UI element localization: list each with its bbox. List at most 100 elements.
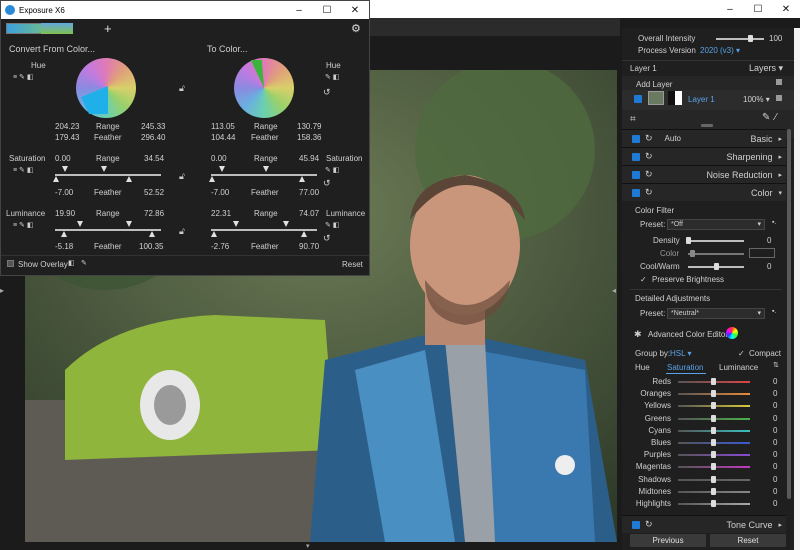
detailed-preset-select[interactable]: *Neutral* ▾ bbox=[667, 308, 765, 319]
color-swatch[interactable] bbox=[749, 248, 775, 258]
color-filter-color-knob[interactable] bbox=[690, 250, 695, 257]
adjustments-scroll[interactable]: ↻ Auto Basic ▸ ↻ Sharpening ▸ ↻ Noise Re… bbox=[622, 129, 794, 550]
show-overlay-checkbox[interactable] bbox=[7, 260, 14, 267]
to-hue-wheel[interactable] bbox=[234, 58, 294, 118]
reset-cycle-icon[interactable]: ↻ bbox=[645, 151, 653, 162]
to-sat-handle-4[interactable] bbox=[299, 176, 305, 182]
detailed-preset-options-icon[interactable]: ▪. bbox=[772, 308, 776, 315]
lum-eyedropper-icon[interactable]: ✎ ◧ bbox=[325, 221, 339, 229]
density-knob[interactable] bbox=[686, 237, 691, 244]
sat-lock-icon[interactable]: 🔓︎ bbox=[179, 171, 185, 182]
panel-drag-handle[interactable] bbox=[701, 124, 713, 127]
tab-luminance[interactable]: Luminance bbox=[719, 363, 758, 372]
from-sat-slider[interactable] bbox=[55, 174, 161, 176]
reset-lum-icon[interactable]: ↺ bbox=[323, 233, 331, 244]
to-sat-handle-2[interactable] bbox=[219, 166, 225, 172]
float-reset-button[interactable]: Reset bbox=[342, 260, 363, 269]
preset-options-icon[interactable]: ▪. bbox=[772, 219, 776, 226]
hsl-row-knob[interactable] bbox=[711, 463, 716, 471]
preset-strip-2[interactable] bbox=[41, 23, 73, 34]
bottom-panel-toggle[interactable]: ▾ bbox=[306, 542, 316, 550]
from-lum-handle-4[interactable] bbox=[149, 231, 155, 237]
lum-tools-icon[interactable]: ≡ ✎ ◧ bbox=[13, 221, 33, 229]
overall-intensity-knob[interactable] bbox=[748, 35, 753, 42]
from-sat-handle-3[interactable] bbox=[101, 166, 107, 172]
color-filter-preset-select[interactable]: *Off ▾ bbox=[667, 219, 765, 230]
hsl-row-highlights[interactable]: Highlights 0 bbox=[622, 498, 786, 510]
reset-sat-icon[interactable]: ↺ bbox=[323, 178, 331, 189]
overlay-color-icon[interactable]: ◧ bbox=[68, 259, 75, 267]
reset-cycle-icon[interactable]: ↻ bbox=[645, 133, 653, 144]
tone-curve-toggle[interactable] bbox=[632, 520, 640, 529]
eyedropper-icon[interactable]: ✎ ◧ bbox=[325, 73, 339, 81]
eyedropper-icon[interactable]: ⁄ bbox=[775, 112, 777, 123]
float-close-button[interactable]: ✕ bbox=[341, 1, 369, 19]
hsl-row-knob[interactable] bbox=[711, 390, 716, 398]
reorder-icon[interactable]: ⇅ bbox=[773, 361, 779, 369]
hsl-row-knob[interactable] bbox=[711, 487, 716, 495]
coolwarm-knob[interactable] bbox=[714, 263, 719, 270]
reset-cycle-icon[interactable]: ↻ bbox=[645, 187, 653, 198]
process-version-select[interactable]: 2020 (v3) ▾ bbox=[700, 46, 740, 55]
gear-icon[interactable]: ⚙ bbox=[351, 22, 361, 35]
auto-button[interactable]: Auto bbox=[665, 134, 681, 143]
layer-options-icon[interactable] bbox=[776, 95, 782, 101]
lock-icon[interactable]: 🔓︎ bbox=[179, 83, 185, 94]
sharpening-section-header[interactable]: ↻ Sharpening ▸ bbox=[622, 147, 786, 165]
hsl-row-knob[interactable] bbox=[711, 475, 716, 483]
color-wheel-icon[interactable] bbox=[726, 327, 738, 339]
from-sat-handle-4[interactable] bbox=[126, 176, 132, 182]
from-lum-handle-3[interactable] bbox=[126, 221, 132, 227]
to-sat-handle-1[interactable] bbox=[209, 176, 215, 182]
layer-name[interactable]: Layer 1 bbox=[688, 95, 715, 104]
hsl-row-knob[interactable] bbox=[711, 451, 716, 459]
noise-reduction-section-header[interactable]: ↻ Noise Reduction ▸ bbox=[622, 165, 786, 183]
density-slider[interactable] bbox=[688, 240, 744, 242]
hsl-row-cyans[interactable]: Cyans 0 bbox=[622, 425, 786, 437]
compact-checkbox[interactable]: ✓ bbox=[738, 349, 745, 358]
crop-icon[interactable]: ⌗ bbox=[630, 114, 636, 125]
basic-toggle[interactable] bbox=[632, 134, 640, 143]
to-lum-handle-4[interactable] bbox=[301, 231, 307, 237]
tab-hue[interactable]: Hue bbox=[635, 363, 650, 372]
layer-visible-toggle[interactable] bbox=[634, 95, 642, 103]
color-section-header[interactable]: ↻ Color ▾ bbox=[622, 183, 786, 201]
group-by-select[interactable]: HSL ▾ bbox=[670, 349, 692, 358]
previous-button[interactable]: Previous bbox=[630, 534, 706, 547]
layers-toggle[interactable]: Layers ▾ bbox=[749, 63, 783, 74]
tone-curve-section-header[interactable]: ↻ Tone Curve ▸ bbox=[622, 515, 786, 533]
hsl-row-oranges[interactable]: Oranges 0 bbox=[622, 388, 786, 400]
noise-reduction-toggle[interactable] bbox=[632, 170, 640, 179]
reset-cycle-icon[interactable]: ↻ bbox=[645, 169, 653, 180]
adjustments-scrollbar[interactable] bbox=[787, 129, 791, 499]
from-sat-handle-1[interactable] bbox=[53, 176, 59, 182]
hsl-row-greens[interactable]: Greens 0 bbox=[622, 413, 786, 425]
reset-hue-icon[interactable]: ↺ bbox=[323, 87, 331, 98]
hsl-row-yellows[interactable]: Yellows 0 bbox=[622, 400, 786, 412]
preserve-brightness-checkbox[interactable]: ✓ bbox=[640, 275, 647, 284]
hsl-row-shadows[interactable]: Shadows 0 bbox=[622, 474, 786, 486]
hsl-row-midtones[interactable]: Midtones 0 bbox=[622, 486, 786, 498]
from-sat-handle-2[interactable] bbox=[62, 166, 68, 172]
overlay-eyedropper-icon[interactable]: ✎ bbox=[81, 259, 87, 267]
from-lum-handle-2[interactable] bbox=[77, 221, 83, 227]
float-minimize-button[interactable]: – bbox=[285, 1, 313, 19]
hsl-row-knob[interactable] bbox=[711, 500, 716, 507]
minimize-button[interactable]: – bbox=[716, 0, 744, 18]
hsl-row-knob[interactable] bbox=[711, 402, 716, 410]
from-lum-slider[interactable] bbox=[55, 229, 161, 231]
to-lum-handle-2[interactable] bbox=[233, 221, 239, 227]
color-toggle[interactable] bbox=[632, 188, 640, 197]
sat-eyedropper-icon[interactable]: ✎ ◧ bbox=[325, 166, 339, 174]
overall-intensity-slider[interactable] bbox=[716, 38, 764, 40]
left-panel-toggle[interactable]: ▸ bbox=[0, 270, 8, 320]
sat-tools-icon[interactable]: ≡ ✎ ◧ bbox=[13, 166, 33, 174]
close-button[interactable]: ✕ bbox=[772, 0, 800, 18]
tab-saturation[interactable]: Saturation bbox=[667, 363, 703, 372]
hsl-row-magentas[interactable]: Magentas 0 bbox=[622, 461, 786, 473]
ace-settings-icon[interactable]: ✱ bbox=[634, 329, 642, 340]
sharpening-toggle[interactable] bbox=[632, 152, 640, 161]
add-layer-button[interactable]: Add Layer bbox=[636, 80, 672, 89]
float-maximize-button[interactable]: ☐ bbox=[313, 1, 341, 19]
from-hue-wheel[interactable] bbox=[76, 58, 136, 118]
